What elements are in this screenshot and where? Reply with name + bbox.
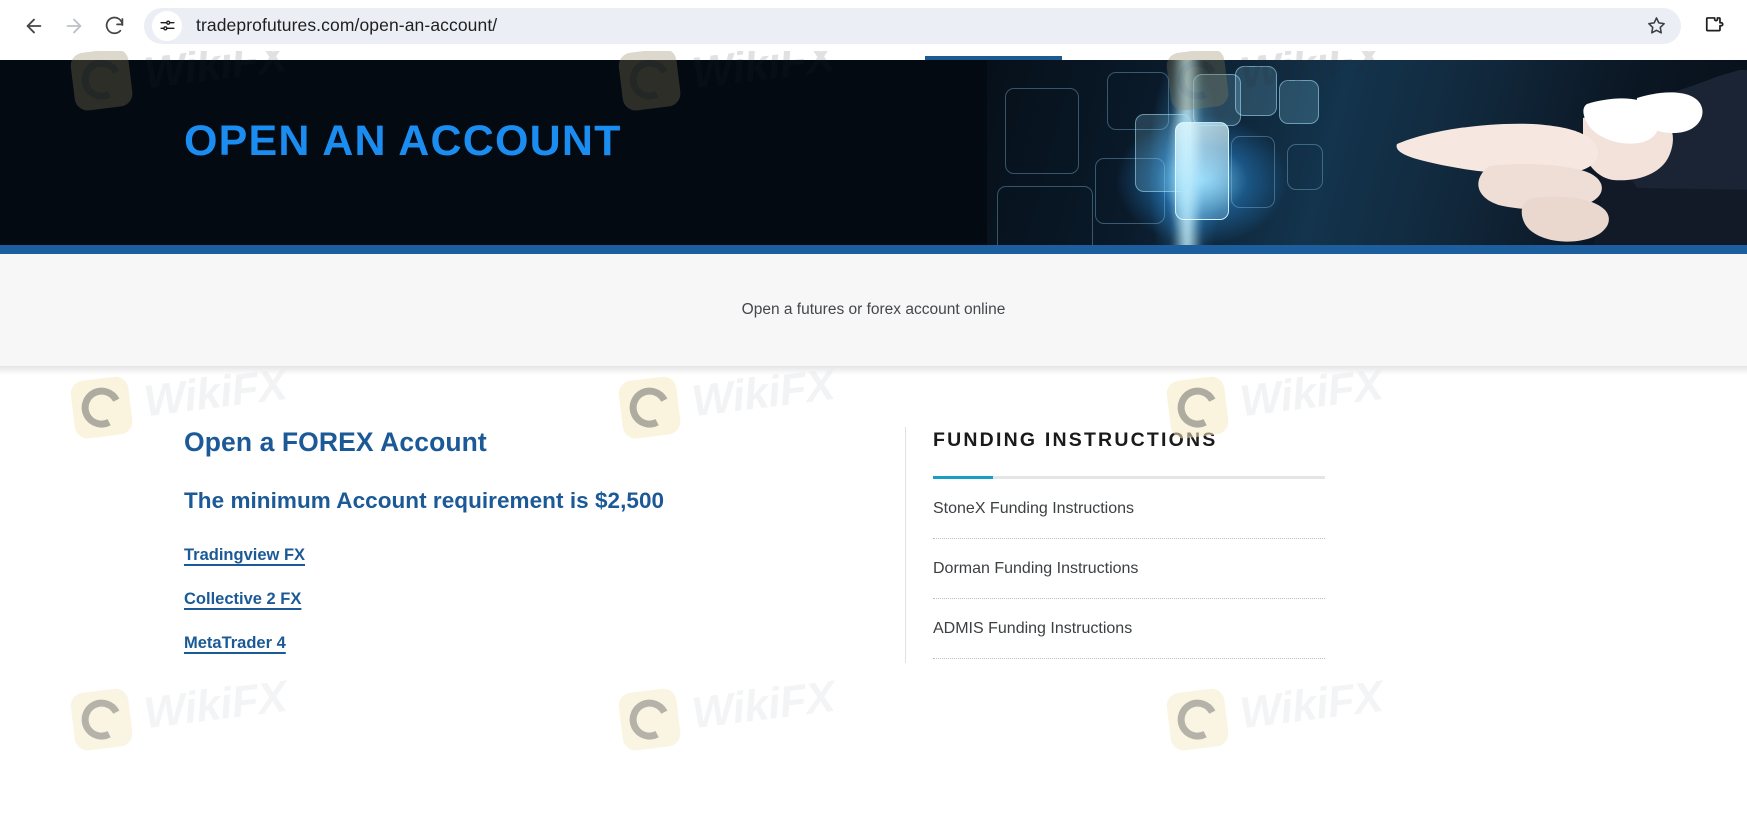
account-link-row: Collective 2 FX (184, 590, 905, 634)
hero-divider-rule (0, 245, 1747, 254)
link-tradingview-fx[interactable]: Tradingview FX (184, 546, 305, 565)
hero-title: OPEN AN ACCOUNT (184, 117, 622, 166)
watermark: WikiFX (1165, 668, 1386, 752)
link-collective-2-fx[interactable]: Collective 2 FX (184, 590, 301, 609)
hero-hand-illustration (1337, 70, 1747, 245)
sidebar-accent-rule (933, 476, 1325, 479)
watermark-text: WikiFX (141, 672, 289, 739)
content-area: Open a FOREX Account The minimum Account… (0, 375, 1747, 678)
subtitle-text: Open a futures or forex account online (742, 301, 1006, 319)
url-text[interactable]: tradeprofutures.com/open-an-account/ (196, 15, 1639, 36)
link-metatrader-4[interactable]: MetaTrader 4 (184, 634, 286, 653)
sidebar-item-stonex[interactable]: StoneX Funding Instructions (933, 479, 1325, 539)
subtitle-band: Open a futures or forex account online (0, 254, 1747, 366)
sidebar-item-dorman[interactable]: Dorman Funding Instructions (933, 539, 1325, 599)
address-bar[interactable]: tradeprofutures.com/open-an-account/ (144, 8, 1681, 44)
page-title: Open a FOREX Account (184, 427, 905, 458)
sidebar: FUNDING INSTRUCTIONS StoneX Funding Inst… (905, 427, 1375, 678)
site-nav-strip (0, 51, 1747, 60)
watermark-text: WikiFX (1237, 672, 1385, 739)
forward-button[interactable] (54, 6, 94, 46)
hero-banner: OPEN AN ACCOUNT (0, 60, 1747, 245)
sidebar-item-admis[interactable]: ADMIS Funding Instructions (933, 599, 1325, 659)
sidebar-divider (905, 427, 906, 663)
bookmark-star-icon[interactable] (1639, 9, 1673, 43)
wikifx-logo-icon (69, 687, 134, 752)
watermark-text: WikiFX (689, 672, 837, 739)
extensions-icon[interactable] (1693, 6, 1733, 46)
main-column: Open a FOREX Account The minimum Account… (0, 427, 905, 678)
wikifx-logo-icon (617, 687, 682, 752)
page-viewport: OPEN AN ACCOUNT Open a futures or forex … (0, 51, 1747, 816)
account-link-row: MetaTrader 4 (184, 634, 905, 678)
sidebar-accent-bar (933, 476, 993, 479)
sidebar-title: FUNDING INSTRUCTIONS (933, 429, 1375, 452)
browser-toolbar: tradeprofutures.com/open-an-account/ (0, 0, 1747, 51)
watermark: WikiFX (69, 668, 290, 752)
band-shadow (0, 366, 1747, 375)
minimum-requirement-text: The minimum Account requirement is $2,50… (184, 488, 905, 514)
back-button[interactable] (14, 6, 54, 46)
reload-button[interactable] (94, 6, 134, 46)
watermark: WikiFX (617, 668, 838, 752)
account-link-row: Tradingview FX (184, 546, 905, 590)
hero-photo (987, 60, 1747, 245)
wikifx-logo-icon (1165, 687, 1230, 752)
site-info-icon[interactable] (152, 11, 182, 41)
